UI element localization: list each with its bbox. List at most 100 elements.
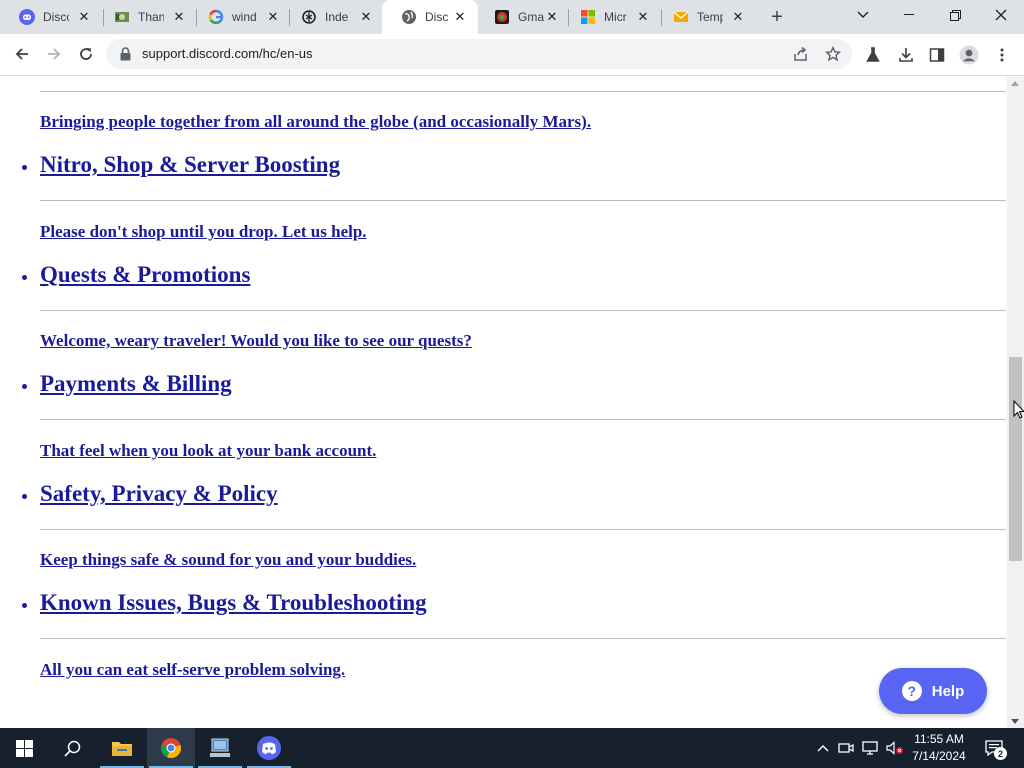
- list-bullet: [22, 384, 27, 389]
- profile-button[interactable]: [958, 44, 980, 66]
- close-icon[interactable]: ✕: [265, 9, 281, 25]
- tray-network[interactable]: [860, 728, 880, 768]
- gmail-icon: [494, 9, 510, 25]
- scrollbar-thumb[interactable]: [1009, 357, 1022, 561]
- speaker-muted-icon: [886, 741, 903, 755]
- close-icon: [995, 9, 1007, 21]
- menu-button[interactable]: [991, 44, 1013, 66]
- tab-title: Disco: [43, 10, 69, 24]
- tab-search-button[interactable]: [840, 0, 886, 30]
- category-link-payments[interactable]: Payments & Billing: [40, 371, 232, 397]
- taskbar-file-explorer[interactable]: [98, 728, 146, 768]
- globe-icon: [401, 9, 417, 25]
- taskbar-chrome[interactable]: [147, 728, 195, 768]
- download-icon: [899, 48, 913, 62]
- bookmark-star-icon[interactable]: [824, 45, 842, 63]
- reload-button[interactable]: [71, 39, 101, 69]
- tab-title: Than: [138, 10, 164, 24]
- close-icon[interactable]: ✕: [76, 9, 92, 25]
- tab-title: Temp: [697, 10, 723, 24]
- category-description-link[interactable]: That feel when you look at your bank acc…: [40, 441, 376, 461]
- tab-google[interactable]: wind ✕: [189, 0, 291, 34]
- minimize-button[interactable]: [886, 0, 932, 30]
- clock-time: 11:55 AM: [914, 732, 964, 746]
- help-button[interactable]: ? Help: [879, 668, 987, 714]
- notification-center-button[interactable]: 2: [980, 728, 1008, 768]
- category-link-nitro[interactable]: Nitro, Shop & Server Boosting: [40, 152, 340, 178]
- browser-toolbar: support.discord.com/hc/en-us: [0, 34, 1024, 76]
- tab-microsoft[interactable]: Micr ✕: [561, 0, 661, 34]
- tab-title: Disc: [425, 10, 449, 24]
- forward-button[interactable]: [39, 39, 69, 69]
- close-icon[interactable]: ✕: [171, 9, 187, 25]
- category-description-link[interactable]: Please don't shop until you drop. Let us…: [40, 222, 367, 242]
- windows-logo-icon: [15, 739, 33, 757]
- system-clock[interactable]: 11:55 AM 7/14/2024: [905, 731, 973, 765]
- share-icon[interactable]: [792, 45, 810, 63]
- downloads-button[interactable]: [895, 44, 917, 66]
- chatgpt-icon: [301, 9, 317, 25]
- arrow-left-icon: [15, 48, 28, 60]
- discord-icon: [257, 736, 281, 760]
- close-icon[interactable]: ✕: [452, 9, 468, 25]
- category-link-known-issues[interactable]: Known Issues, Bugs & Troubleshooting: [40, 590, 427, 616]
- close-icon[interactable]: ✕: [730, 9, 746, 25]
- close-icon[interactable]: ✕: [358, 9, 374, 25]
- scroll-down-arrow[interactable]: [1011, 719, 1019, 724]
- start-button[interactable]: [0, 728, 48, 768]
- taskbar-discord[interactable]: [245, 728, 293, 768]
- divider: [40, 419, 1006, 420]
- search-button[interactable]: [48, 728, 96, 768]
- close-icon[interactable]: ✕: [544, 9, 560, 25]
- camera-icon: [838, 743, 854, 753]
- flask-icon: [866, 47, 880, 62]
- taskbar-app-computer[interactable]: [196, 728, 244, 768]
- close-icon[interactable]: ✕: [635, 9, 651, 25]
- category-description-link[interactable]: Welcome, weary traveler! Would you like …: [40, 331, 472, 351]
- tray-meet-now[interactable]: [836, 728, 856, 768]
- list-bullet: [22, 165, 27, 170]
- notification-badge: 2: [994, 747, 1007, 760]
- category-description-link[interactable]: Bringing people together from all around…: [40, 112, 591, 132]
- tab-gmail[interactable]: Gma ✕: [475, 0, 570, 34]
- category-description-link[interactable]: Keep things safe & sound for you and you…: [40, 550, 416, 570]
- tab-temp-mail[interactable]: Temp ✕: [654, 0, 756, 34]
- divider: [40, 529, 1006, 530]
- help-label: Help: [931, 682, 965, 700]
- category-link-quests[interactable]: Quests & Promotions: [40, 262, 250, 288]
- tab-discord-1[interactable]: Disco ✕: [0, 0, 102, 34]
- close-window-button[interactable]: [978, 0, 1024, 30]
- chevron-down-icon: [857, 11, 869, 18]
- mail-icon: [673, 9, 689, 25]
- computer-icon: [210, 738, 230, 757]
- divider: [40, 91, 1006, 92]
- labs-button[interactable]: [862, 44, 884, 66]
- list-bullet: [22, 494, 27, 499]
- new-tab-button[interactable]: +: [766, 6, 788, 28]
- lock-icon[interactable]: [120, 47, 131, 66]
- address-bar[interactable]: support.discord.com/hc/en-us: [106, 39, 852, 69]
- tab-title: Inde: [325, 10, 349, 24]
- scroll-up-arrow[interactable]: [1011, 81, 1019, 86]
- tab-discord-support[interactable]: Disc ✕: [382, 0, 478, 34]
- tab-title: Micr: [604, 10, 627, 24]
- category-link-safety[interactable]: Safety, Privacy & Policy: [40, 481, 278, 507]
- clock-date: 7/14/2024: [912, 749, 966, 763]
- side-panel-button[interactable]: [926, 44, 948, 66]
- tab-strip: Disco ✕ Than ✕ wind ✕ Inde ✕ Disc ✕: [0, 0, 1024, 34]
- reload-icon: [80, 48, 92, 60]
- restore-icon: [949, 9, 961, 21]
- show-hidden-icons-button[interactable]: [814, 728, 832, 768]
- question-icon: ?: [901, 681, 922, 701]
- tab-than[interactable]: Than ✕: [95, 0, 197, 34]
- arrow-right-icon: [48, 48, 61, 60]
- folder-icon: [112, 742, 132, 756]
- restore-button[interactable]: [932, 0, 978, 30]
- tab-title: Gma: [518, 10, 544, 24]
- chevron-up-icon: [817, 745, 829, 752]
- tray-volume[interactable]: [884, 728, 906, 768]
- category-description-link[interactable]: All you can eat self-serve problem solvi…: [40, 660, 345, 680]
- money-icon: [114, 9, 130, 25]
- tab-chatgpt[interactable]: Inde ✕: [282, 0, 384, 34]
- back-button[interactable]: [7, 39, 37, 69]
